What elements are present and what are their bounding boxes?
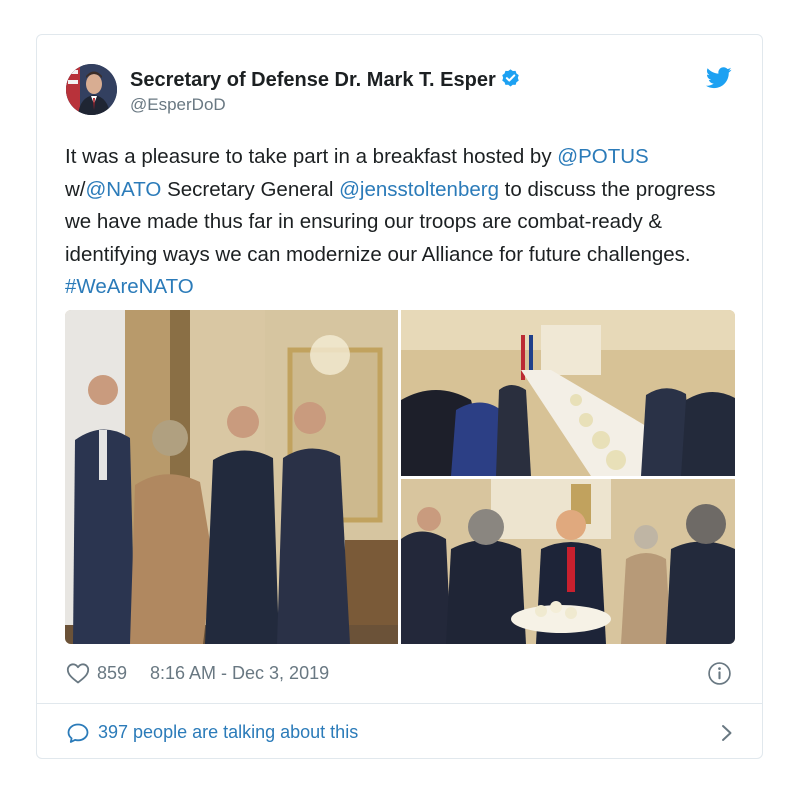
- twitter-bird-icon[interactable]: [706, 67, 732, 89]
- display-name-text[interactable]: Secretary of Defense Dr. Mark T. Esper: [130, 69, 496, 91]
- mention-potus-link[interactable]: @POTUS: [557, 145, 648, 168]
- talking-count-text[interactable]: 397 people are talking about this: [98, 722, 358, 743]
- verified-badge-icon: [502, 69, 519, 87]
- conversation-link[interactable]: 397 people are talking about this: [66, 719, 736, 747]
- photo-leaders-at-table[interactable]: [401, 479, 735, 644]
- speech-bubble-icon: [67, 723, 89, 743]
- avatar[interactable]: [66, 64, 117, 115]
- heart-icon[interactable]: [66, 662, 90, 684]
- chevron-right-icon[interactable]: [718, 722, 736, 744]
- photo-standing-conversation[interactable]: [65, 310, 398, 644]
- tweet-text: It was a pleasure to take part in a brea…: [65, 141, 745, 304]
- like-count[interactable]: 859: [97, 663, 127, 684]
- mention-jensstoltenberg-link[interactable]: @jensstoltenberg: [339, 178, 499, 201]
- tweet-header: Secretary of Defense Dr. Mark T. Esper @…: [66, 63, 736, 123]
- divider: [37, 703, 762, 704]
- photo-grid: [65, 310, 735, 644]
- tweet-text-segment: It was a pleasure to take part in a brea…: [65, 145, 558, 168]
- tweet-meta: 859 8:16 AM - Dec 3, 2019: [66, 660, 736, 688]
- display-name[interactable]: Secretary of Defense Dr. Mark T. Esper: [130, 68, 521, 92]
- timestamp-link[interactable]: 8:16 AM - Dec 3, 2019: [150, 663, 329, 684]
- hashtag-wearenato-link[interactable]: #WeAreNATO: [65, 275, 194, 298]
- tweet-card[interactable]: Secretary of Defense Dr. Mark T. Esper @…: [36, 34, 763, 759]
- info-icon[interactable]: [707, 661, 732, 686]
- tweet-text-segment: Secretary General: [161, 177, 340, 201]
- mention-nato-link[interactable]: @NATO: [86, 178, 162, 201]
- handle[interactable]: @EsperDoD: [130, 95, 226, 115]
- photo-breakfast-table[interactable]: [401, 310, 735, 476]
- tweet-text-segment: w/: [65, 177, 86, 201]
